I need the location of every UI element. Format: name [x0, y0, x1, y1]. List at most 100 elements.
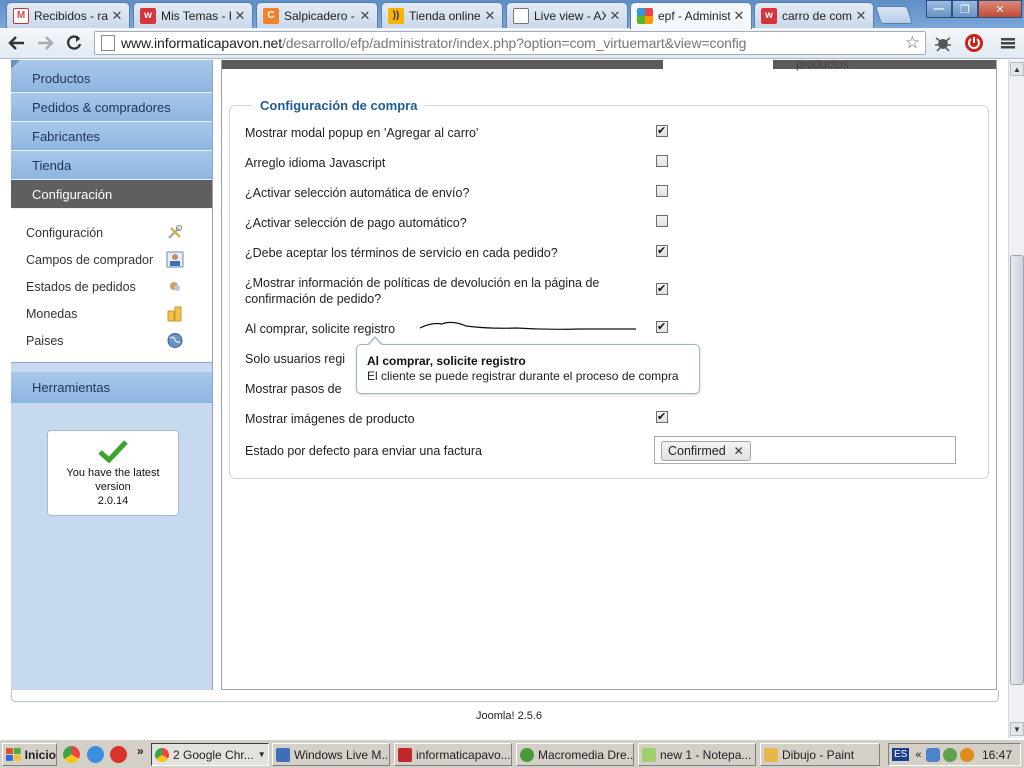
joomla-icon — [637, 8, 653, 24]
task-paint[interactable]: Dibujo - Paint — [760, 743, 880, 766]
tooltip-title: Al comprar, solicite registro — [367, 354, 526, 368]
submenu-item-paises[interactable]: Paises — [11, 327, 212, 354]
sidebar-corner-mark — [11, 60, 20, 69]
close-window-button[interactable]: ✕ — [978, 0, 1022, 18]
option-checkbox[interactable] — [656, 155, 668, 167]
task-label: informaticapavo... — [416, 747, 511, 762]
close-tab-icon[interactable]: ✕ — [359, 8, 371, 24]
scribble-mark — [420, 321, 636, 330]
sidebar-item-pedidos[interactable]: Pedidos & compradores — [11, 93, 212, 122]
bookmark-star-icon[interactable]: ☆ — [905, 33, 920, 53]
close-tab-icon[interactable]: ✕ — [234, 8, 246, 24]
chrome-quicklaunch-icon[interactable] — [63, 746, 80, 763]
close-tab-icon[interactable]: ✕ — [111, 8, 123, 24]
task-windows-live[interactable]: Windows Live M... — [272, 743, 390, 766]
option-checkbox[interactable] — [656, 281, 668, 297]
option-checkbox[interactable] — [656, 409, 668, 425]
admin-sidebar: Productos Pedidos & compradores Fabrican… — [11, 60, 213, 690]
scroll-up-arrow-icon[interactable]: ▲ — [1010, 62, 1024, 76]
extension-power-icon[interactable] — [964, 33, 984, 53]
dreamweaver-icon — [520, 747, 534, 762]
task-google-chrome[interactable]: 2 Google Chr... ▼ — [151, 743, 269, 766]
submenu-label: Campos de comprador — [26, 252, 154, 267]
more-quicklaunch-icon[interactable]: » — [137, 744, 144, 758]
network-icon[interactable] — [926, 747, 941, 762]
start-button[interactable]: Inicio — [2, 743, 57, 766]
scroll-down-arrow-icon[interactable]: ▼ — [1010, 722, 1024, 736]
option-checkbox[interactable] — [656, 215, 668, 227]
forward-button[interactable] — [33, 32, 57, 54]
page-scrollbar[interactable]: ▲ ▼ — [1008, 60, 1024, 738]
submenu-item-configuracion[interactable]: Configuración — [11, 219, 212, 246]
task-dreamweaver[interactable]: Macromedia Dre... — [516, 743, 634, 766]
scrollbar-thumb[interactable] — [1010, 255, 1024, 685]
version-text: You have the latest — [66, 467, 160, 479]
tab-epf-administration[interactable]: epf - Administ ✕ — [630, 2, 752, 29]
flash-quicklaunch-icon[interactable] — [110, 746, 127, 763]
site-w-icon: w — [140, 7, 156, 24]
sidebar-item-tienda[interactable]: Tienda — [11, 151, 212, 180]
close-tab-icon[interactable]: ✕ — [609, 8, 621, 24]
submenu-item-estados-pedidos[interactable]: Estados de pedidos — [11, 273, 212, 300]
language-indicator[interactable]: ES — [892, 748, 910, 761]
sidebar-item-productos[interactable]: Productos — [11, 60, 212, 93]
option-checkbox[interactable] — [656, 319, 668, 335]
wrench-menu-icon[interactable] — [998, 33, 1018, 53]
remove-tag-icon[interactable]: ✕ — [734, 444, 744, 458]
address-bar[interactable]: www.informaticapavon.net/desarrollo/efp/… — [94, 31, 926, 55]
sidebar-submenu: Configuración Campos de comprador Estado… — [11, 209, 212, 363]
reload-button[interactable] — [62, 32, 86, 54]
option-label: ¿Activar selección automática de envío? — [245, 186, 470, 200]
tray-app-icon[interactable] — [943, 747, 958, 762]
close-tab-icon[interactable]: ✕ — [855, 8, 867, 24]
currency-icon — [167, 306, 182, 322]
reload-icon — [67, 35, 82, 50]
top-tab-bar — [222, 60, 996, 69]
sidebar-item-fabricantes[interactable]: Fabricantes — [11, 122, 212, 151]
tray-expand-icon[interactable]: « — [915, 749, 921, 761]
checkmark-icon — [98, 440, 128, 464]
extension-bug-icon[interactable] — [933, 33, 953, 53]
submenu-item-monedas[interactable]: Monedas — [11, 300, 212, 327]
clock[interactable]: 16:47 — [982, 748, 1012, 762]
submenu-label: Monedas — [26, 306, 78, 321]
url-path: /desarrollo/efp/administrator/index.php?… — [282, 35, 747, 51]
invoice-status-label: Estado por defecto para enviar una factu… — [245, 444, 482, 458]
option-checkbox[interactable] — [656, 123, 668, 139]
sidebar-item-herramientas[interactable]: Herramientas — [11, 372, 212, 403]
close-tab-icon[interactable]: ✕ — [484, 8, 496, 24]
restore-button[interactable]: ❐ — [952, 0, 978, 18]
tab-salpicadero[interactable]: C Salpicadero - l ✕ — [256, 2, 378, 28]
task-filezilla[interactable]: informaticapavo... — [394, 743, 512, 766]
task-label: Macromedia Dre... — [538, 747, 634, 762]
tab-carro-de-compra[interactable]: w carro de comp ✕ — [754, 2, 874, 28]
task-label: 2 Google Chr... — [173, 747, 254, 762]
tab-strip: M Recibidos - ral ✕ w Mis Temas - F ✕ C … — [0, 0, 1024, 29]
new-tab-button[interactable] — [875, 6, 913, 24]
url-host: www.informaticapavon.net — [121, 35, 283, 51]
tab-gmail[interactable]: M Recibidos - ral ✕ — [6, 2, 130, 28]
ie-quicklaunch-icon[interactable] — [87, 746, 104, 763]
site-w-icon: w — [761, 7, 777, 24]
option-label: ¿Activar selección de pago automático? — [245, 216, 467, 230]
option-checkbox[interactable] — [656, 185, 668, 197]
minimize-button[interactable]: — — [926, 0, 952, 18]
filezilla-icon — [398, 747, 412, 762]
tab-live-view[interactable]: Live view - AX ✕ — [506, 2, 628, 28]
task-notepad[interactable]: new 1 - Notepa... — [638, 743, 756, 766]
submenu-item-campos-comprador[interactable]: Campos de comprador — [11, 246, 212, 273]
chrome-icon — [155, 747, 169, 762]
start-label: Inicio — [24, 747, 56, 762]
invoice-status-select[interactable]: Confirmed ✕ — [654, 436, 956, 464]
top-tab-active — [663, 60, 773, 69]
option-label: Mostrar imágenes de producto — [245, 412, 415, 426]
sidebar-item-configuracion[interactable]: Configuración — [11, 180, 212, 209]
close-tab-icon[interactable]: ✕ — [733, 8, 745, 24]
option-checkbox[interactable] — [656, 243, 668, 259]
tab-mis-temas[interactable]: w Mis Temas - F ✕ — [133, 2, 253, 28]
gmail-icon: M — [13, 7, 29, 24]
back-button[interactable] — [5, 32, 29, 54]
tab-tienda-online[interactable]: )) Tienda online ✕ — [381, 2, 503, 28]
sidebar-item-label: Tienda — [32, 157, 72, 173]
avast-icon[interactable] — [960, 747, 975, 762]
